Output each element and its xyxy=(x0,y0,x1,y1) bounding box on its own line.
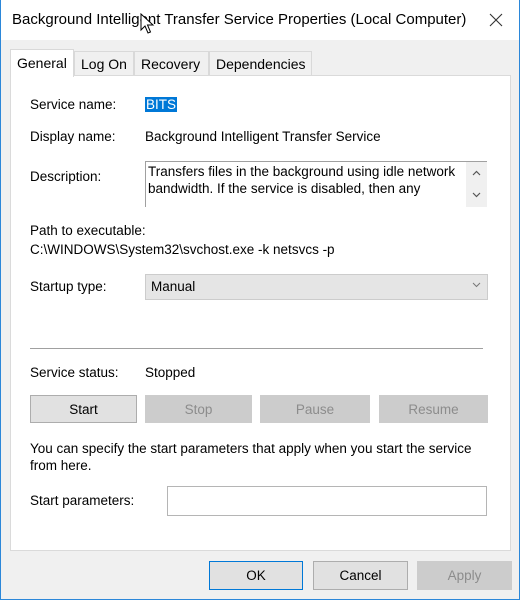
service-status-label: Service status: xyxy=(30,365,119,380)
ok-button[interactable]: OK xyxy=(209,561,303,590)
description-text: Transfers files in the background using … xyxy=(148,164,456,196)
close-button[interactable] xyxy=(473,0,519,40)
description-label: Description: xyxy=(30,169,102,184)
pause-button[interactable]: Pause xyxy=(260,395,370,423)
stop-button[interactable]: Stop xyxy=(145,395,252,423)
scroll-up-button[interactable] xyxy=(466,162,487,184)
path-value[interactable]: C:\WINDOWS\System32\svchost.exe -k netsv… xyxy=(30,242,335,257)
mouse-cursor-icon xyxy=(140,13,155,34)
description-textbox[interactable]: Transfers files in the background using … xyxy=(145,161,487,207)
chevron-down-icon xyxy=(472,192,481,198)
start-button[interactable]: Start xyxy=(30,395,137,423)
service-properties-dialog: Background Intelligent Transfer Service … xyxy=(0,0,520,600)
description-scrollbar[interactable] xyxy=(466,162,487,207)
chevron-down-icon xyxy=(472,282,481,288)
startup-type-value: Manual xyxy=(151,279,196,294)
service-status-value: Stopped xyxy=(145,365,196,380)
apply-button[interactable]: Apply xyxy=(417,561,512,590)
window-title: Background Intelligent Transfer Service … xyxy=(12,11,467,28)
cancel-button[interactable]: Cancel xyxy=(313,561,408,590)
scroll-down-button[interactable] xyxy=(466,184,487,206)
title-bar: Background Intelligent Transfer Service … xyxy=(1,0,519,40)
startup-type-label: Startup type: xyxy=(30,279,107,294)
resume-button[interactable]: Resume xyxy=(379,395,488,423)
general-tab-panel: Service name: BITS Display name: Backgro… xyxy=(10,75,511,551)
display-name-label: Display name: xyxy=(30,129,116,144)
chevron-up-icon xyxy=(472,170,481,176)
service-name-value[interactable]: BITS xyxy=(145,97,178,112)
tab-log-on[interactable]: Log On xyxy=(74,51,134,76)
path-label: Path to executable: xyxy=(30,223,146,238)
display-name-value[interactable]: Background Intelligent Transfer Service xyxy=(145,129,381,144)
start-parameters-label: Start parameters: xyxy=(30,493,135,508)
startup-type-dropdown[interactable]: Manual xyxy=(145,274,488,300)
start-parameters-info: You can specify the start parameters tha… xyxy=(30,441,472,473)
tab-recovery[interactable]: Recovery xyxy=(134,51,209,76)
close-icon xyxy=(489,13,503,27)
service-name-label: Service name: xyxy=(30,97,117,112)
tab-general[interactable]: General xyxy=(10,49,74,77)
tab-dependencies[interactable]: Dependencies xyxy=(209,51,312,76)
section-divider xyxy=(30,348,483,349)
start-parameters-input[interactable] xyxy=(167,486,487,516)
